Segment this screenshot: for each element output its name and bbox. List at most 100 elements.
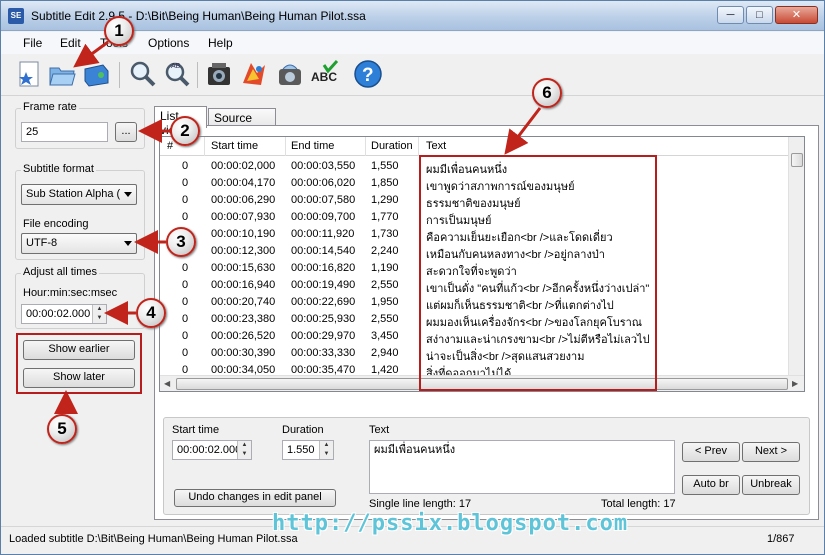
menu-options[interactable]: Options [148,36,189,50]
column-end-time[interactable]: End time [291,140,334,152]
row-number: 0 [182,347,189,359]
toolbar-separator [119,62,120,88]
abc-spell-icon[interactable]: ABC [310,59,340,89]
row-end-time: 00:00:16,820 [291,262,356,274]
new-file-icon[interactable] [14,59,44,89]
menu-file[interactable]: File [23,36,42,50]
auto-br-button[interactable]: Auto br [682,475,740,495]
row-start-time: 00:00:07,930 [211,211,276,223]
row-duration: 1,950 [371,296,399,308]
row-number: 0 [182,296,189,308]
column-text[interactable]: Text [426,140,446,152]
open-file-icon[interactable] [47,59,77,89]
app-icon: SE [8,8,24,24]
row-number: 0 [182,211,189,223]
find-icon[interactable] [127,59,157,89]
save-file-icon[interactable] [81,59,111,89]
highlight-box-5 [16,333,142,394]
row-end-time: 00:00:03,550 [291,160,356,172]
minimize-button[interactable]: ─ [717,6,744,24]
close-button[interactable]: ✕ [775,6,818,24]
row-number: 0 [182,313,189,325]
spin-down-icon[interactable]: ▼ [93,314,106,323]
window-title: Subtitle Edit 2.9.5 - D:\Bit\Being Human… [31,9,366,23]
row-end-time: 00:00:06,020 [291,177,356,189]
column-start-time[interactable]: Start time [211,140,258,152]
spin-up-icon[interactable]: ▲ [238,441,251,450]
row-start-time: 00:00:30,390 [211,347,276,359]
unbreak-button[interactable]: Unbreak [742,475,800,495]
subtitle-format-value: Sub Station Alpha ( [26,188,121,200]
svg-text:AB: AB [171,63,181,70]
callout-2: 2 [170,116,200,146]
column-divider [418,137,419,156]
file-encoding-value: UTF-8 [26,237,58,249]
file-encoding-label: File encoding [23,218,89,230]
svg-text:ABC: ABC [311,70,337,84]
undo-changes-button[interactable]: Undo changes in edit panel [174,489,336,507]
row-duration: 2,550 [371,313,399,325]
maximize-button[interactable]: □ [746,6,773,24]
callout-3: 3 [166,227,196,257]
video-icon[interactable] [204,59,234,89]
scroll-right-icon[interactable]: ▶ [792,379,798,388]
frame-rate-browse-button[interactable]: ... [115,122,137,142]
row-number: 0 [182,194,189,206]
column-divider [365,137,366,156]
file-encoding-select[interactable]: UTF-8 [21,233,137,254]
row-duration: 1,850 [371,177,399,189]
row-duration: 1,770 [371,211,399,223]
visual-sync-icon[interactable] [239,59,269,89]
prev-button[interactable]: < Prev [682,442,740,462]
row-start-time: 00:00:26,520 [211,330,276,342]
highlight-box-6 [419,155,657,391]
subtitle-text-editor[interactable]: ผมมีเพื่อนคนหนึ่ง [369,440,675,494]
status-text: Loaded subtitle D:\Bit\Being Human\Being… [9,533,298,545]
row-duration: 1,550 [371,160,399,172]
scroll-left-icon[interactable]: ◀ [164,379,170,388]
menu-edit[interactable]: Edit [60,36,81,50]
chevron-down-icon [124,192,132,197]
single-line-length: Single line length: 17 [369,498,472,510]
row-end-time: 00:00:14,540 [291,245,356,257]
spin-up-icon[interactable]: ▲ [93,305,106,314]
column-duration[interactable]: Duration [371,140,413,152]
frame-rate-input[interactable]: 25 [21,122,108,142]
spin-up-icon[interactable]: ▲ [320,441,333,450]
help-icon[interactable]: ? [353,59,383,89]
callout-1: 1 [104,16,134,46]
start-time-spinner[interactable]: ▲ ▼ [237,441,251,459]
subtitle-format-select[interactable]: Sub Station Alpha ( [21,184,137,205]
adjust-times-label: Adjust all times [21,266,99,278]
adjust-time-spinner[interactable]: ▲ ▼ [92,305,106,323]
adjust-time-input[interactable]: 00:00:02.000 ▲ ▼ [21,304,107,324]
svg-text:?: ? [362,65,374,86]
row-start-time: 00:00:10,190 [211,228,276,240]
toolbar-separator [197,62,198,88]
column-number[interactable]: # [167,140,173,152]
chevron-down-icon [124,241,132,246]
callout-4: 4 [136,298,166,328]
watermark: http://pssix.blogspot.com [272,511,629,536]
callout-5: 5 [47,414,77,444]
frame-rate-label: Frame rate [21,101,79,113]
duration-value: 1.550 [287,444,315,456]
spell-check-icon[interactable] [275,59,305,89]
next-button[interactable]: Next > [742,442,800,462]
duration-input[interactable]: 1.550 ▲ ▼ [282,440,334,460]
spin-down-icon[interactable]: ▼ [320,450,333,459]
replace-icon[interactable]: AB [161,59,191,89]
row-start-time: 00:00:06,290 [211,194,276,206]
menu-help[interactable]: Help [208,36,233,50]
scroll-thumb[interactable] [791,153,803,167]
spin-down-icon[interactable]: ▼ [238,450,251,459]
start-time-label: Start time [172,424,220,436]
adjust-time-value: 00:00:02.000 [26,308,91,320]
subtitle-format-label: Subtitle format [21,163,96,175]
duration-spinner[interactable]: ▲ ▼ [319,441,333,459]
list-vertical-scrollbar[interactable] [788,137,804,376]
callout-6: 6 [532,78,562,108]
start-time-input[interactable]: 00:00:02.000 ▲ ▼ [172,440,252,460]
row-number: 0 [182,330,189,342]
toolbar: AB ABC ? [1,54,824,96]
